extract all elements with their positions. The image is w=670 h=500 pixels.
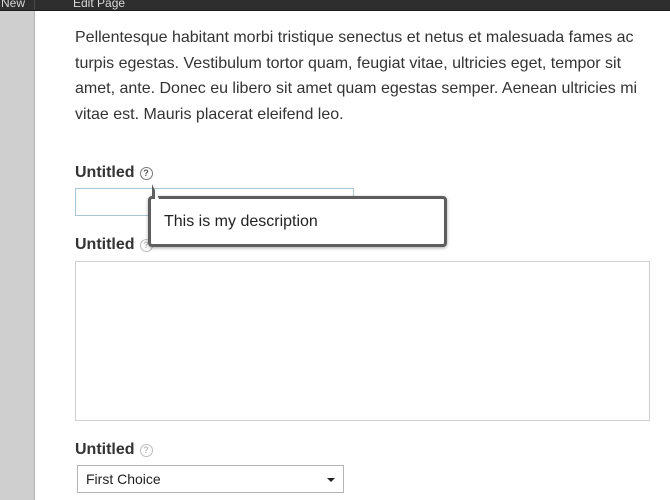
help-icon[interactable]: ? [139, 443, 153, 457]
top-toolbar: New Edit Page [0, 0, 670, 11]
dropdown-arrow-icon [327, 478, 335, 482]
field-1-label-text: Untitled [75, 164, 135, 181]
field-2-label: Untitled ? [75, 236, 153, 254]
field-2-label-text: Untitled [75, 236, 135, 253]
field-2-textarea[interactable] [75, 261, 650, 421]
field-3-select[interactable]: First Choice [77, 465, 344, 493]
intro-paragraph: Pellentesque habitant morbi tristique se… [75, 29, 638, 123]
description-tooltip: This is my description [148, 184, 447, 247]
edit-page-button[interactable]: Edit Page [34, 0, 134, 10]
select-selected-value: First Choice [86, 471, 161, 487]
field-3-label-text: Untitled [75, 441, 135, 458]
field-3-label: Untitled ? [75, 441, 153, 459]
field-1-label: Untitled ? [75, 164, 153, 182]
tooltip-text: This is my description [164, 213, 318, 230]
new-button[interactable]: New [0, 0, 36, 10]
tooltip-pointer-fill [155, 190, 165, 199]
left-sidebar [0, 11, 35, 500]
help-icon[interactable]: ? [139, 166, 153, 180]
